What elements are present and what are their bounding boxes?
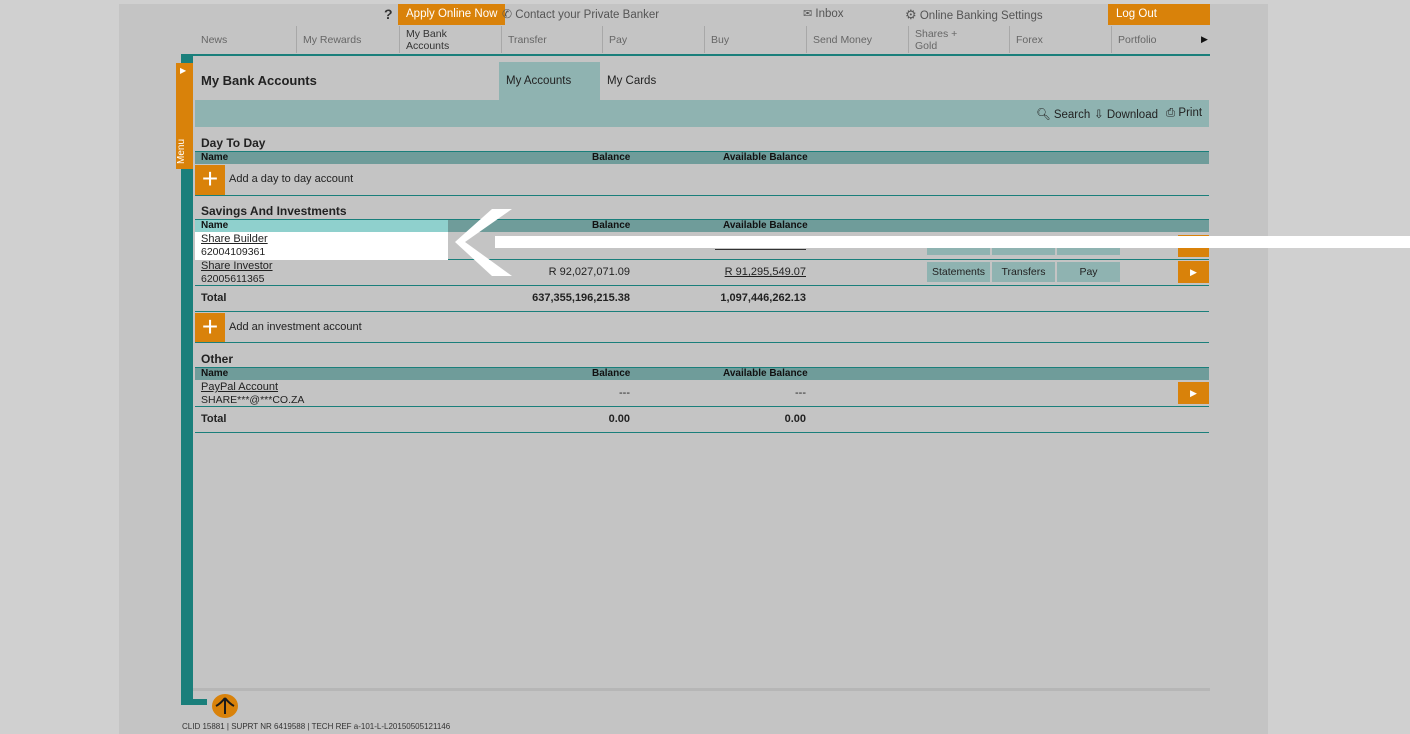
panel-bottom-bar xyxy=(193,688,1210,691)
envelope-icon: ✉ xyxy=(803,8,813,20)
divider xyxy=(195,195,1209,196)
logout-button[interactable]: Log Out xyxy=(1108,4,1210,25)
add-investment-icon[interactable]: + xyxy=(195,313,225,343)
menu-arrow-icon: ▶ xyxy=(180,66,187,75)
account-name-link[interactable]: Share Investor xyxy=(201,260,273,272)
add-investment-link[interactable]: Add an investment account xyxy=(229,321,362,333)
nav-buy[interactable]: Buy xyxy=(704,26,806,53)
col-name: Name xyxy=(201,220,229,231)
phone-icon: ✆ xyxy=(502,7,513,21)
tab-my-cards[interactable]: My Cards xyxy=(600,62,663,100)
footer-reference: CLID 15881 | SUPRT NR 6419588 | TECH REF… xyxy=(182,722,451,731)
nav-shares-gold[interactable]: Shares + Gold xyxy=(908,26,1009,53)
total-label: Total xyxy=(201,413,227,425)
add-day-to-day-link[interactable]: Add a day to day account xyxy=(229,173,353,185)
left-rail-foot xyxy=(181,699,207,705)
col-balance: Balance xyxy=(592,152,631,163)
account-details-button[interactable]: ▶ xyxy=(1178,382,1209,404)
section-title-other: Other xyxy=(201,352,234,366)
section-title-day-to-day: Day To Day xyxy=(201,136,266,150)
nav-scroll-right-icon[interactable]: ▶ xyxy=(1201,34,1208,45)
menu-label: Menu xyxy=(176,138,187,164)
nav-send-money[interactable]: Send Money xyxy=(806,26,908,53)
inbox-link[interactable]: ✉ Inbox xyxy=(803,4,844,25)
main-nav: News My Rewards My Bank Accounts Transfer… xyxy=(195,26,1210,53)
printer-icon: ⎙ xyxy=(1166,107,1176,119)
pointer-arrow-icon xyxy=(455,209,1410,276)
total-balance: 0.00 xyxy=(608,413,630,425)
page-title: My Bank Accounts xyxy=(201,73,317,88)
col-name: Name xyxy=(201,368,229,379)
nav-my-bank-accounts[interactable]: My Bank Accounts xyxy=(399,26,501,53)
divider xyxy=(195,311,1209,312)
highlight-header xyxy=(195,220,448,232)
account-number: 62004109361 xyxy=(201,246,266,258)
add-day-to-day-icon[interactable]: + xyxy=(195,165,225,195)
account-number: 62005611365 xyxy=(201,273,265,285)
contact-banker-link[interactable]: ✆ Contact your Private Banker xyxy=(502,4,659,25)
section-title-savings: Savings And Investments xyxy=(201,204,347,218)
divider xyxy=(195,432,1209,433)
total-available-balance: 1,097,446,262.13 xyxy=(720,292,806,304)
nav-my-rewards[interactable]: My Rewards xyxy=(296,26,399,53)
col-balance: Balance xyxy=(592,368,631,379)
search-button[interactable]: 🔍︎ Search xyxy=(1036,107,1090,121)
chevron-right-icon: ▶ xyxy=(1190,388,1197,398)
download-icon: ⇩ xyxy=(1094,109,1104,121)
table-header: Name Balance Available Balance xyxy=(195,151,1209,164)
account-number: SHARE***@***CO.ZA xyxy=(201,394,305,406)
nav-pay[interactable]: Pay xyxy=(602,26,704,53)
account-name-link[interactable]: Share Builder xyxy=(201,233,268,245)
nav-portfolio[interactable]: Portfolio xyxy=(1111,26,1197,53)
search-icon: 🔍︎ xyxy=(1036,109,1051,121)
tab-my-accounts[interactable]: My Accounts xyxy=(499,62,600,100)
print-button[interactable]: ⎙ Print xyxy=(1166,107,1202,120)
bank-logo-icon xyxy=(212,694,238,718)
total-available-balance: 0.00 xyxy=(784,413,806,425)
account-balance: --- xyxy=(619,387,630,399)
divider xyxy=(195,406,1209,407)
account-available-balance: --- xyxy=(795,387,806,399)
col-available: Available Balance xyxy=(723,152,808,163)
nav-forex[interactable]: Forex xyxy=(1009,26,1111,53)
download-button[interactable]: ⇩ Download xyxy=(1094,107,1158,121)
col-available: Available Balance xyxy=(723,368,808,379)
nav-transfer[interactable]: Transfer xyxy=(501,26,602,53)
help-icon[interactable]: ? xyxy=(384,4,393,25)
settings-link[interactable]: ⚙ Online Banking Settings xyxy=(905,4,1043,25)
divider xyxy=(195,342,1209,343)
gear-icon: ⚙ xyxy=(905,7,917,22)
total-label: Total xyxy=(201,292,227,304)
total-balance: 637,355,196,215.38 xyxy=(532,292,630,304)
table-header: Name Balance Available Balance xyxy=(195,367,1209,380)
apply-online-button[interactable]: Apply Online Now xyxy=(398,4,506,25)
nav-news[interactable]: News xyxy=(195,26,296,53)
account-name-link[interactable]: PayPal Account xyxy=(201,381,278,393)
divider xyxy=(195,285,1209,286)
